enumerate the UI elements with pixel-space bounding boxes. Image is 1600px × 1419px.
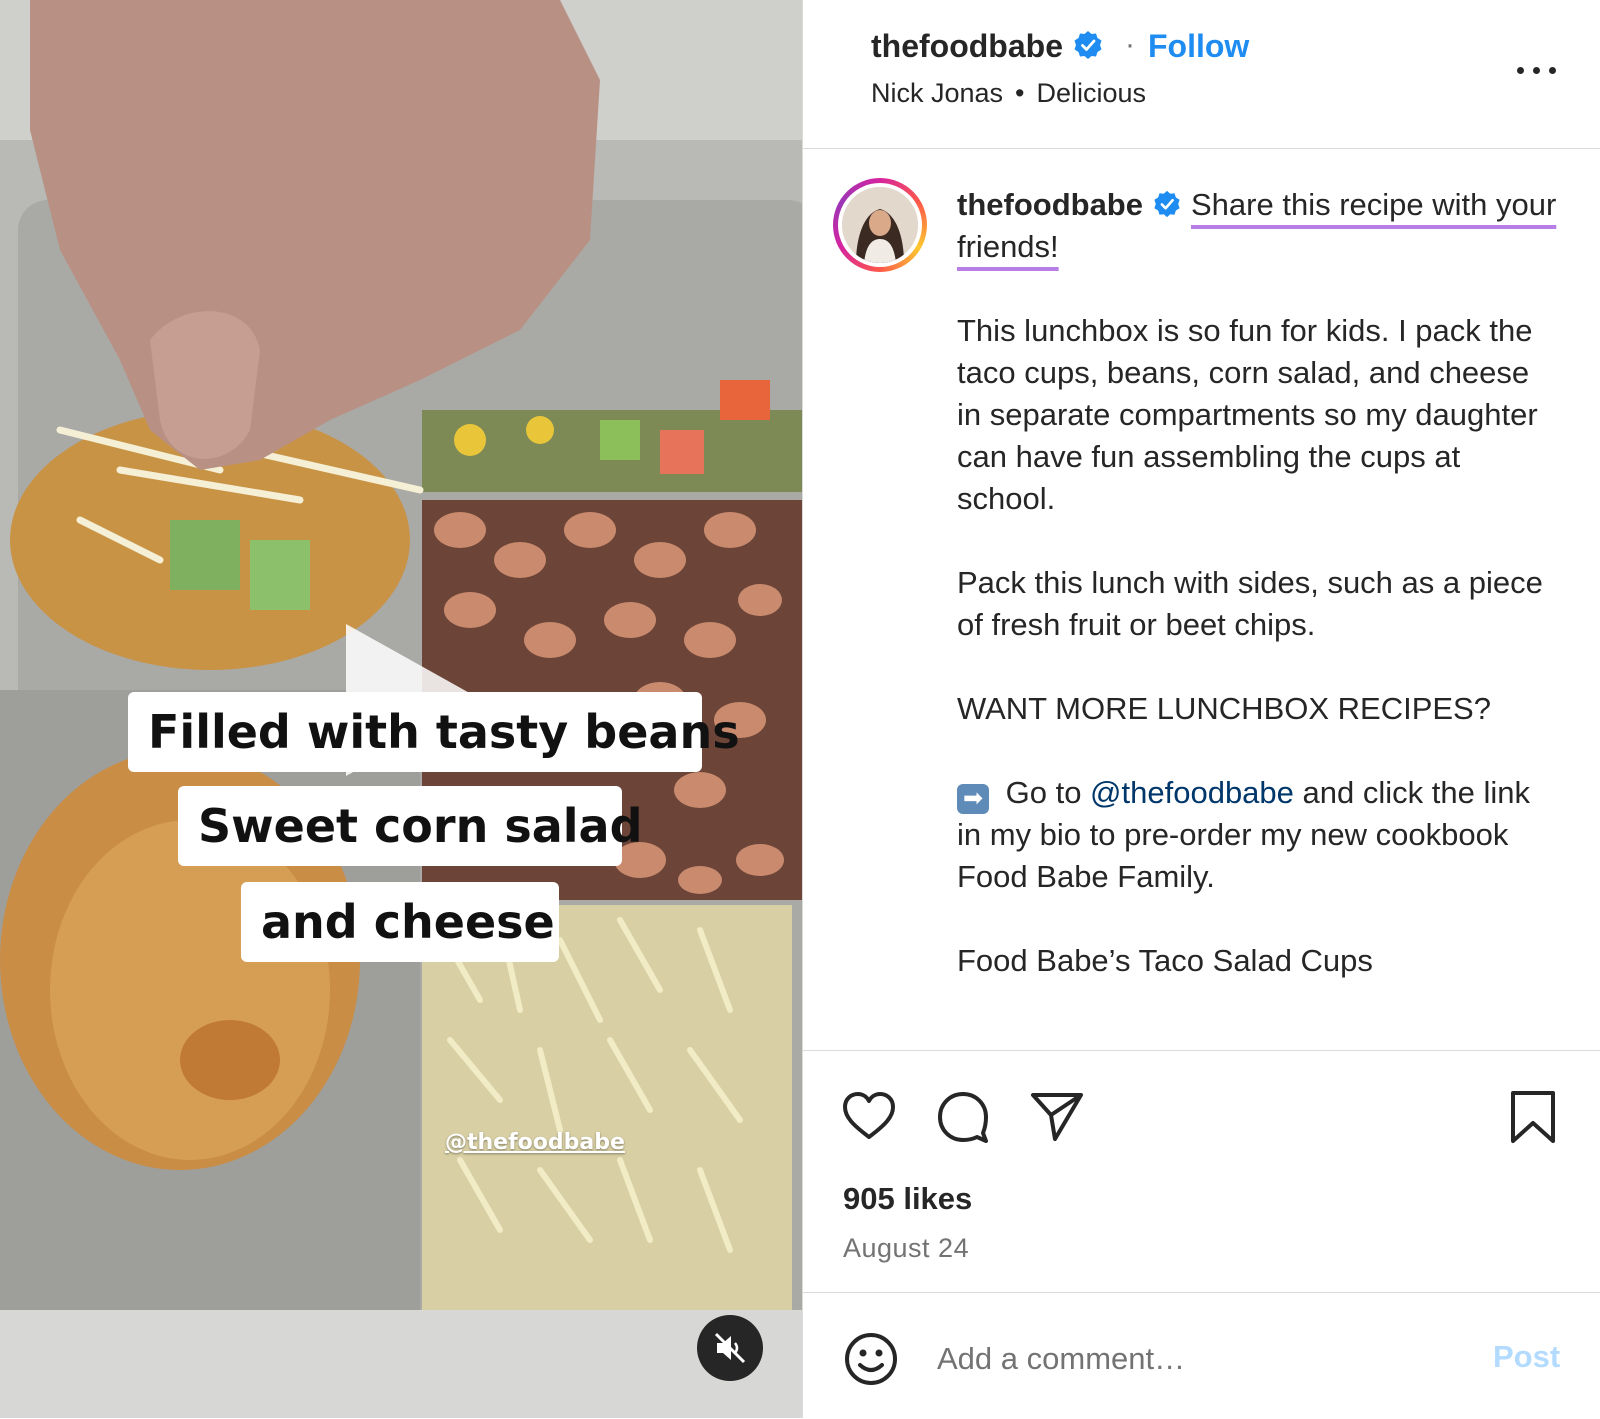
- header-username[interactable]: thefoodbabe: [871, 28, 1103, 65]
- video-player[interactable]: Filled with tasty beans Sweet corn salad…: [0, 0, 802, 1418]
- smiley-icon: [845, 1333, 897, 1385]
- audio-separator: •: [1015, 78, 1025, 108]
- more-dot-icon: [1549, 67, 1556, 74]
- share-button[interactable]: [1029, 1089, 1085, 1145]
- heart-icon: [843, 1092, 895, 1139]
- post-sidebar: thefoodbabe · Follow Nick Jonas • Deliciou…: [802, 0, 1600, 1418]
- video-handle-overlay: @thefoodbabe: [445, 1130, 625, 1155]
- avatar-photo: [842, 187, 918, 263]
- caption-text: thefoodbabe Share this recipe with your …: [957, 184, 1557, 982]
- header-username-text[interactable]: thefoodbabe: [871, 28, 1063, 64]
- paragraph-text-before: Go to: [997, 775, 1091, 810]
- more-dot-icon: [1517, 67, 1524, 74]
- instagram-post-view: Filled with tasty beans Sweet corn salad…: [0, 0, 1600, 1418]
- mute-toggle-button[interactable]: [697, 1315, 763, 1381]
- comment-bar: Post: [803, 1292, 1600, 1419]
- verified-badge-icon: [1154, 190, 1180, 218]
- right-arrow-emoji-icon: ➡: [957, 784, 989, 814]
- caption-paragraph-2: Pack this lunch with sides, such as a pi…: [957, 562, 1557, 646]
- audio-title[interactable]: Delicious: [1037, 78, 1147, 108]
- header-separator: ·: [1125, 28, 1135, 61]
- like-button[interactable]: [841, 1089, 897, 1145]
- video-caption-2: Sweet corn salad: [178, 786, 643, 866]
- caption-paragraph-1: This lunchbox is so fun for kids. I pack…: [957, 310, 1557, 520]
- bookmark-icon: [1511, 1091, 1555, 1143]
- caption-username[interactable]: thefoodbabe: [957, 187, 1143, 222]
- audio-attribution[interactable]: Nick Jonas • Delicious: [871, 78, 1146, 109]
- comment-input[interactable]: [935, 1329, 1439, 1389]
- save-button[interactable]: [1505, 1089, 1561, 1145]
- paragraph-text: Pack this lunch with sides, such as a pi…: [957, 565, 1543, 642]
- caption-lead-line: thefoodbabe Share this recipe with your …: [957, 184, 1557, 268]
- avatar-ring-inner: [838, 183, 922, 267]
- share-icon: [1031, 1093, 1083, 1141]
- caption-paragraph-3: WANT MORE LUNCHBOX RECIPES?: [957, 688, 1557, 730]
- muted-speaker-icon: [714, 1332, 746, 1364]
- follow-button[interactable]: Follow: [1148, 28, 1249, 65]
- like-count[interactable]: 905 likes: [843, 1181, 972, 1217]
- more-options-button[interactable]: [1513, 52, 1561, 88]
- paragraph-text: WANT MORE LUNCHBOX RECIPES?: [957, 691, 1491, 726]
- post-comment-button[interactable]: Post: [1493, 1339, 1560, 1375]
- avatar[interactable]: [833, 178, 927, 272]
- comment-icon: [938, 1092, 988, 1143]
- paragraph-text: Food Babe’s Taco Salad Cups: [957, 943, 1373, 978]
- caption-paragraph-5: Food Babe’s Taco Salad Cups: [957, 940, 1557, 982]
- comment-button[interactable]: [935, 1089, 991, 1145]
- verified-badge-icon: [1074, 31, 1102, 59]
- audio-artist[interactable]: Nick Jonas: [871, 78, 1003, 108]
- video-caption-1: Filled with tasty beans: [128, 692, 740, 772]
- post-header: thefoodbabe · Follow Nick Jonas • Deliciou…: [803, 0, 1600, 149]
- caption-paragraph-4: ➡ Go to @thefoodbabe and click the link …: [957, 772, 1557, 898]
- mention-link[interactable]: @thefoodbabe: [1090, 775, 1294, 810]
- post-actions: 905 likes August 24: [803, 1050, 1600, 1293]
- caption-area[interactable]: thefoodbabe Share this recipe with your …: [803, 148, 1600, 1050]
- paragraph-text: ➡ Go to @thefoodbabe and click the link …: [957, 772, 1557, 898]
- video-caption-3: and cheese: [241, 882, 559, 962]
- emoji-picker-button[interactable]: [843, 1331, 899, 1387]
- post-date[interactable]: August 24: [843, 1233, 969, 1264]
- paragraph-text: This lunchbox is so fun for kids. I pack…: [957, 313, 1538, 516]
- more-dot-icon: [1533, 67, 1540, 74]
